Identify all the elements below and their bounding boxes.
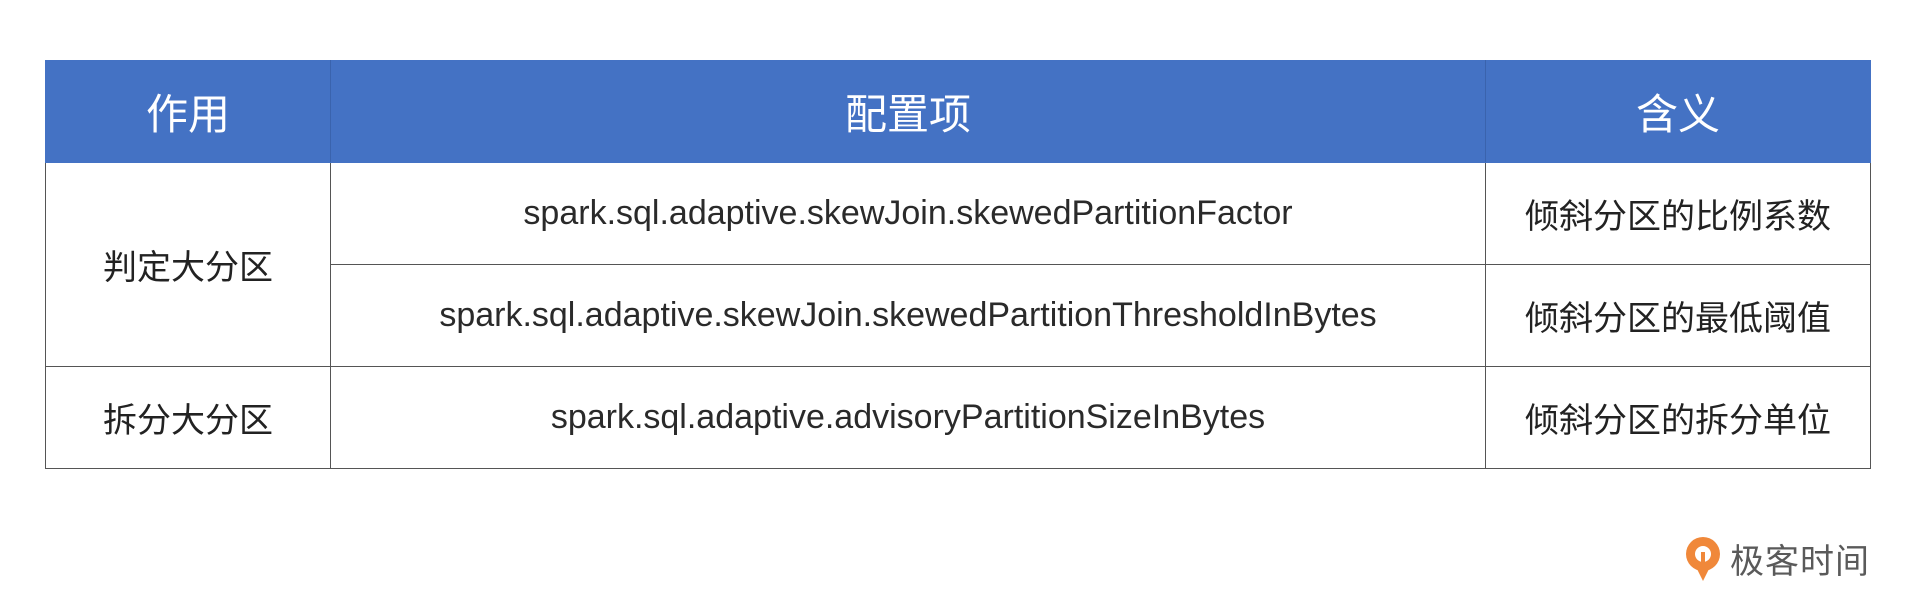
config-item-cell: spark.sql.adaptive.advisoryPartitionSize… (330, 366, 1486, 469)
header-meaning: 含义 (1485, 60, 1871, 163)
table-row: 拆分大分区 spark.sql.adaptive.advisoryPartiti… (45, 366, 1871, 469)
meaning-cell: 倾斜分区的拆分单位 (1485, 366, 1871, 469)
table-row: 判定大分区 spark.sql.adaptive.skewJoin.skewed… (45, 162, 1871, 367)
purpose-cell: 判定大分区 (45, 162, 331, 367)
header-purpose: 作用 (45, 60, 331, 163)
brand-watermark: 极客时间 (1682, 534, 1870, 583)
table-body: 判定大分区 spark.sql.adaptive.skewJoin.skewed… (45, 162, 1871, 469)
header-config-item: 配置项 (330, 60, 1486, 163)
config-table: 作用 配置项 含义 判定大分区 spark.sql.adaptive.skewJ… (45, 60, 1871, 469)
config-item-cell: spark.sql.adaptive.skewJoin.skewedPartit… (330, 264, 1486, 367)
purpose-cell: 拆分大分区 (45, 366, 331, 469)
meaning-cell: 倾斜分区的比例系数 (1485, 162, 1871, 265)
table-header: 作用 配置项 含义 (45, 60, 1871, 163)
brand-name: 极客时间 (1730, 542, 1870, 582)
geektime-logo-icon (1686, 536, 1720, 581)
meaning-cell: 倾斜分区的最低阈值 (1485, 264, 1871, 367)
header-row: 作用 配置项 含义 (45, 60, 1871, 163)
config-item-cell: spark.sql.adaptive.skewJoin.skewedPartit… (330, 162, 1486, 265)
